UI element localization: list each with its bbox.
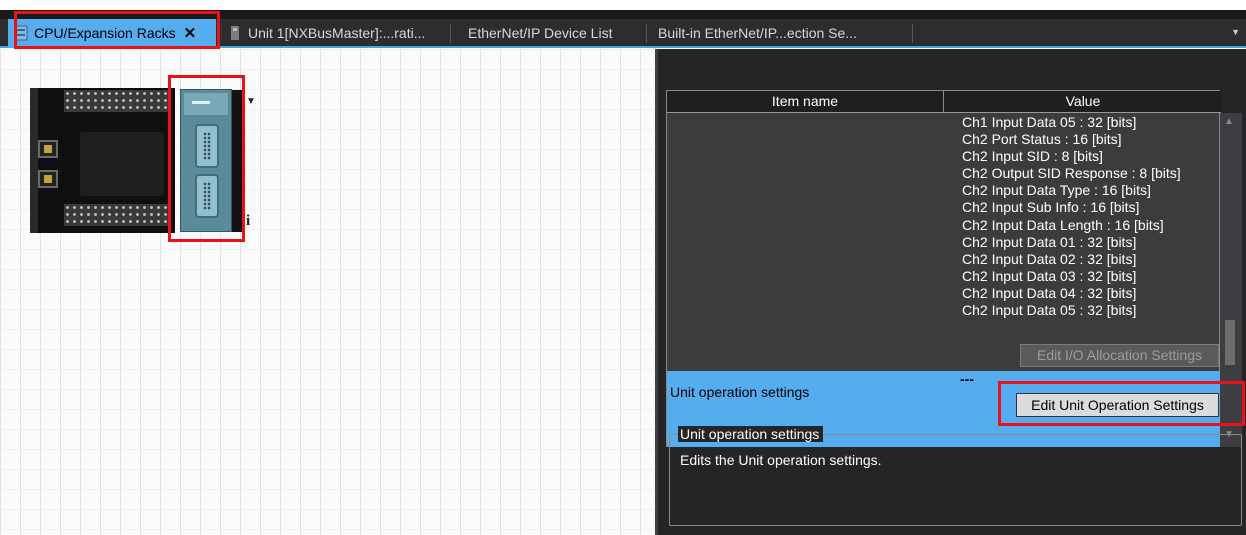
tab-list-dropdown-icon[interactable]: ▼ (1231, 27, 1240, 37)
row-item-name: Unit operation settings (670, 384, 810, 400)
close-icon[interactable]: ✕ (184, 19, 197, 48)
cpu-terminal-block-top (64, 90, 170, 112)
grid-scrollbar[interactable]: ▲ ▼ (1220, 113, 1242, 447)
edit-io-allocation-button[interactable]: Edit I/O Allocation Settings (1020, 344, 1219, 367)
unit-icon (231, 25, 239, 40)
tab-unit1-nxbusmaster[interactable]: Unit 1[NXBusMaster]:...rati... (222, 19, 458, 48)
io-value-entry: Ch2 Input Data 03 : 32 [bits] (962, 267, 1137, 284)
ethernet-port-icon (38, 140, 58, 158)
io-value-entry: Ch2 Input Sub Info : 16 [bits] (962, 199, 1140, 216)
column-header-value[interactable]: Value (945, 91, 1221, 112)
grid-header: Item name Value (667, 91, 1221, 113)
description-box: Unit operation settings Edits the Unit o… (669, 426, 1242, 526)
nx-bus-unit-image[interactable] (180, 89, 232, 232)
io-value-list: Ch1 Input Data 05 : 32 [bits] Ch2 Port St… (962, 114, 1181, 319)
unit-led (192, 101, 210, 104)
cpu-side-panel (30, 88, 38, 233)
io-value-entry: Ch2 Input Data 05 : 32 [bits] (962, 302, 1137, 319)
tab-label: Unit 1[NXBusMaster]:...rati... (248, 25, 426, 41)
cpu-unit-image[interactable] (30, 88, 175, 233)
serial-connector-icon (195, 174, 219, 218)
cpu-terminal-block-bottom (64, 204, 170, 226)
io-value-entry: Ch2 Input Data Type : 16 [bits] (962, 182, 1151, 199)
info-icon[interactable]: i (246, 213, 250, 230)
io-value-entry: Ch2 Input SID : 8 [bits] (962, 148, 1103, 165)
tab-label: CPU/Expansion Racks (34, 25, 176, 41)
edit-unit-operation-settings-button[interactable]: Edit Unit Operation Settings (1016, 393, 1219, 417)
ethernet-port-icon (38, 170, 58, 188)
io-value-entry: Ch2 Input Data 01 : 32 [bits] (962, 233, 1137, 250)
description-text: Edits the Unit operation settings. (680, 452, 882, 468)
tab-ethernet-ip-device-list[interactable]: EtherNet/IP Device List (462, 19, 646, 48)
serial-connector-icon (195, 124, 219, 168)
io-value-entry: Ch2 Output SID Response : 8 [bits] (962, 165, 1181, 182)
description-title: Unit operation settings (678, 426, 824, 442)
io-value-entry: Ch2 Input Data Length : 16 [bits] (962, 216, 1164, 233)
rack-icon (14, 25, 28, 41)
tab-builtin-ethernet-ip[interactable]: Built-in EtherNet/IP...ection Se... (652, 19, 912, 48)
scrollbar-thumb[interactable] (1225, 320, 1235, 365)
tab-separator (646, 24, 647, 43)
column-header-item-name[interactable]: Item name (667, 91, 944, 112)
tab-strip: CPU/Expansion Racks ✕ Unit 1[NXBusMaster]… (0, 19, 1246, 48)
tab-label: EtherNet/IP Device List (468, 25, 613, 41)
cpu-body (80, 132, 164, 196)
tab-separator (912, 24, 913, 43)
end-cover-image (232, 90, 242, 232)
scroll-up-icon[interactable]: ▲ (1224, 116, 1234, 127)
io-value-entry: Ch2 Input Data 04 : 32 [bits] (962, 284, 1137, 301)
window-dark-strip (0, 10, 1246, 19)
unit-indicator-strip (184, 93, 228, 115)
tab-separator (450, 24, 451, 43)
io-value-entry: Ch2 Input Data 02 : 32 [bits] (962, 250, 1137, 267)
unit-menu-arrow-icon[interactable]: ▼ (246, 96, 256, 107)
tab-label: Built-in EtherNet/IP...ection Se... (658, 25, 857, 41)
row-value: --- (960, 371, 974, 387)
io-value-entry: Ch1 Input Data 05 : 32 [bits] (962, 114, 1137, 130)
tab-cpu-expansion-racks[interactable]: CPU/Expansion Racks ✕ (8, 19, 216, 48)
io-value-entry: Ch2 Port Status : 16 [bits] (962, 131, 1122, 148)
